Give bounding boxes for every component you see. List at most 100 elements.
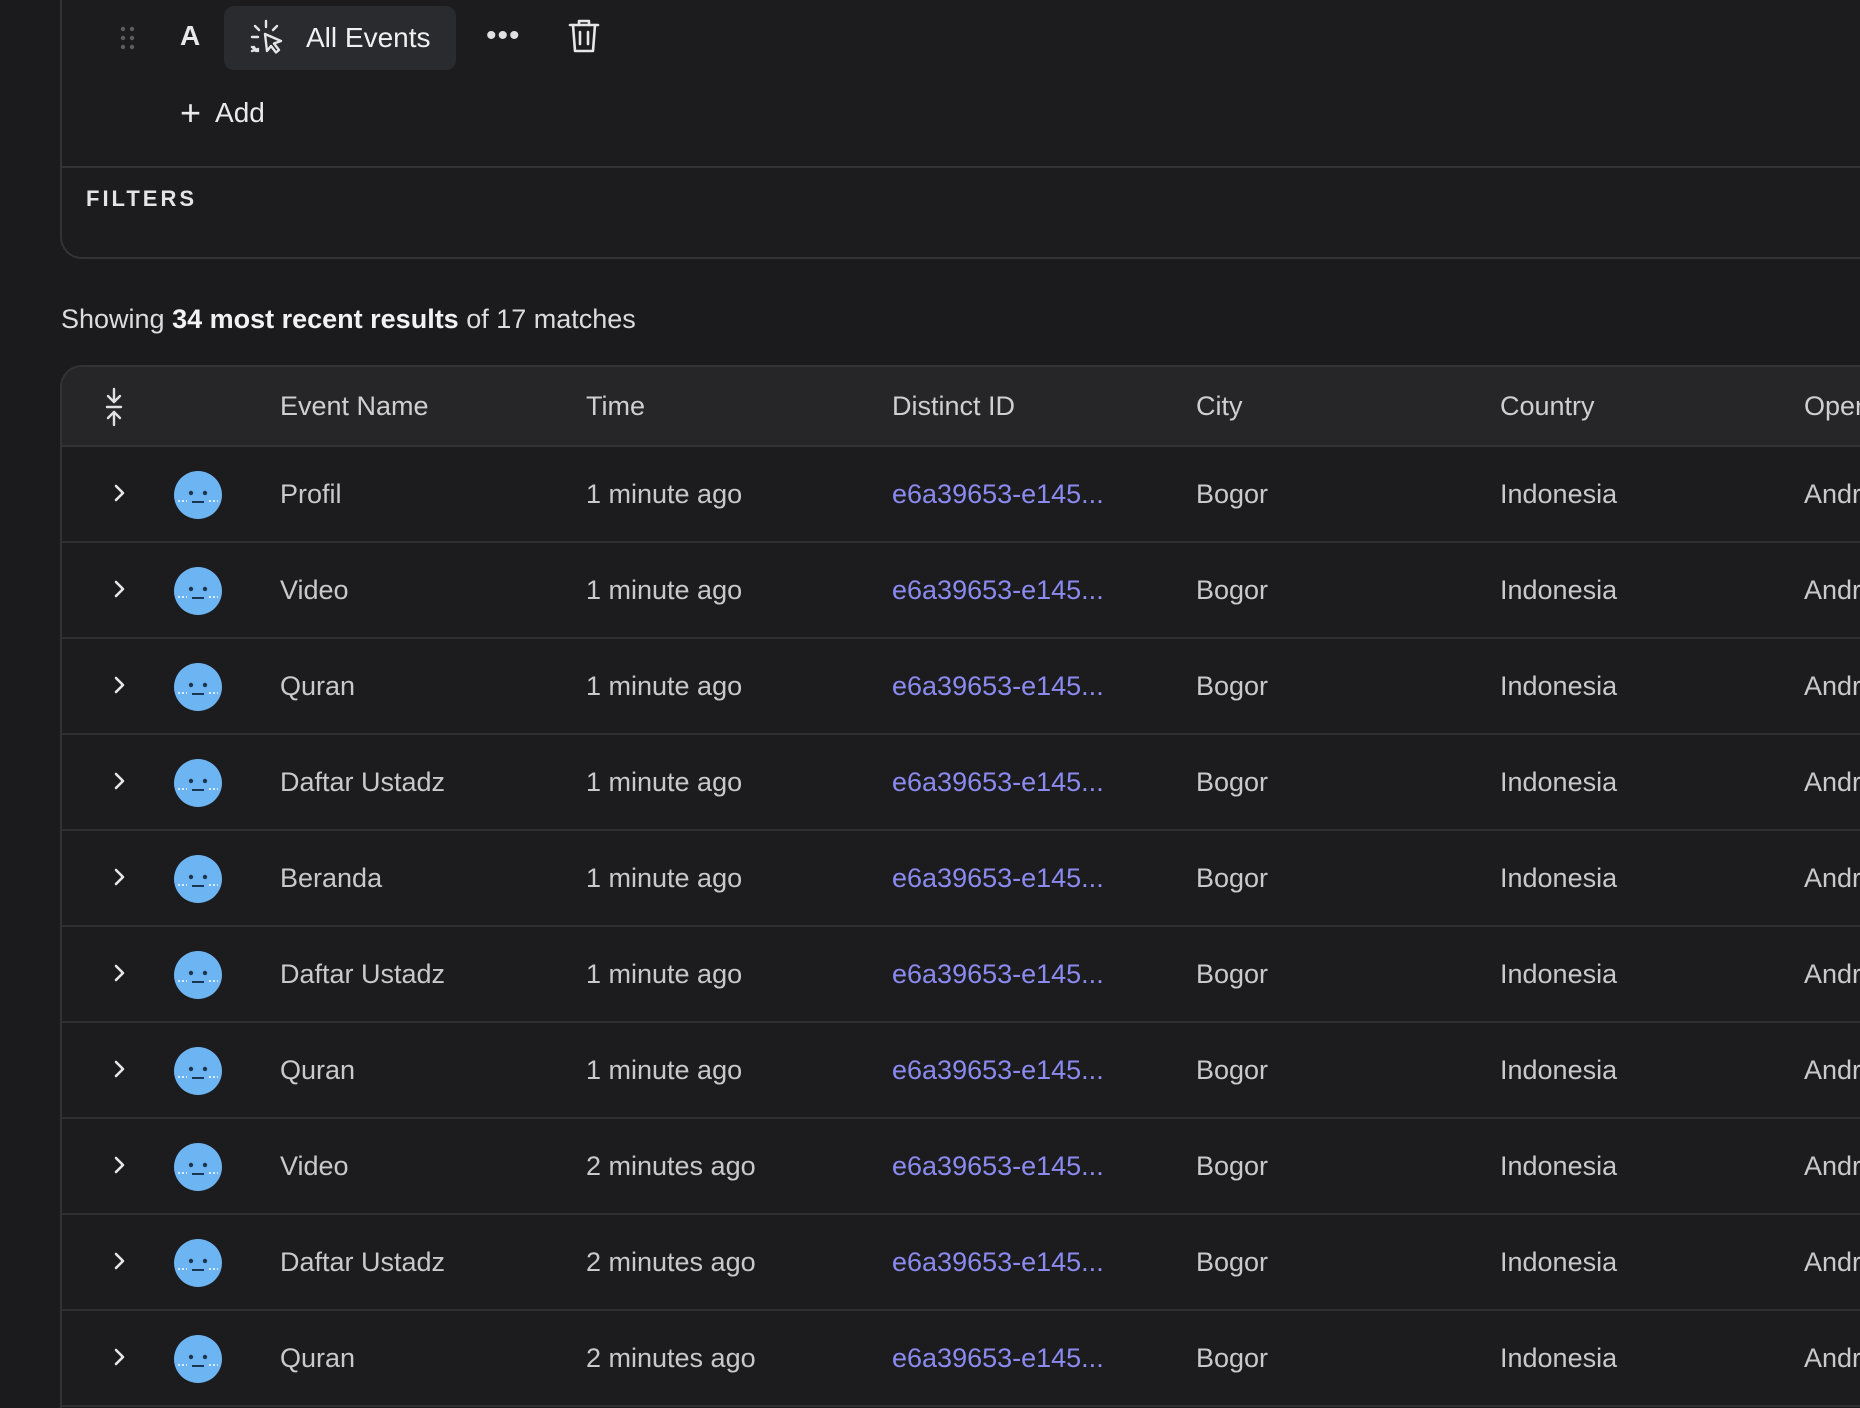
- table-body: Profil 1 minute ago e6a39653-e145... Bog…: [62, 447, 1860, 1407]
- distinct-id-link[interactable]: e6a39653-e145...: [892, 863, 1104, 894]
- chevron-right-icon[interactable]: [112, 481, 128, 505]
- os-cell: Andr: [1804, 767, 1860, 797]
- city-cell: Bogor: [1196, 575, 1269, 605]
- user-avatar: [174, 1335, 222, 1383]
- cursor-click-icon: [250, 19, 283, 54]
- chevron-right-icon[interactable]: [112, 1057, 128, 1081]
- summary-prefix: Showing: [61, 304, 173, 334]
- city-cell: Bogor: [1196, 671, 1269, 701]
- event-name-cell: Quran: [280, 1055, 356, 1085]
- delete-row-button[interactable]: [566, 16, 602, 56]
- event-name-cell: Daftar Ustadz: [280, 1247, 446, 1277]
- time-cell: 1 minute ago: [586, 479, 743, 509]
- event-name-cell: Video: [280, 575, 349, 605]
- chevron-right-icon[interactable]: [112, 1153, 128, 1177]
- distinct-id-link[interactable]: e6a39653-e145...: [892, 671, 1104, 702]
- time-cell: 2 minutes ago: [586, 1247, 756, 1277]
- country-cell: Indonesia: [1500, 1343, 1618, 1373]
- table-row[interactable]: Profil 1 minute ago e6a39653-e145... Bog…: [62, 447, 1860, 543]
- city-cell: Bogor: [1196, 767, 1269, 797]
- event-name-cell: Profil: [280, 479, 342, 509]
- time-cell: 2 minutes ago: [586, 1151, 756, 1181]
- table-row[interactable]: Beranda 1 minute ago e6a39653-e145... Bo…: [62, 831, 1860, 927]
- chevron-right-icon[interactable]: [112, 1345, 128, 1369]
- country-cell: Indonesia: [1500, 1247, 1618, 1277]
- row-letter-label: A: [180, 20, 201, 51]
- event-name-cell: Video: [280, 1151, 349, 1181]
- column-header-time[interactable]: Time: [586, 391, 645, 422]
- table-row[interactable]: Daftar Ustadz 1 minute ago e6a39653-e145…: [62, 927, 1860, 1023]
- country-cell: Indonesia: [1500, 863, 1618, 893]
- os-cell: Andr: [1804, 1247, 1860, 1277]
- chevron-right-icon[interactable]: [112, 673, 128, 697]
- table-row[interactable]: Quran 1 minute ago e6a39653-e145... Bogo…: [62, 1023, 1860, 1119]
- chevron-right-icon[interactable]: [112, 577, 128, 601]
- country-cell: Indonesia: [1500, 575, 1618, 605]
- collapse-vertical-icon[interactable]: [102, 387, 126, 427]
- city-cell: Bogor: [1196, 479, 1269, 509]
- trash-icon: [568, 19, 600, 53]
- time-cell: 1 minute ago: [586, 863, 743, 893]
- country-cell: Indonesia: [1500, 671, 1618, 701]
- distinct-id-link[interactable]: e6a39653-e145...: [892, 767, 1104, 798]
- distinct-id-link[interactable]: e6a39653-e145...: [892, 1055, 1104, 1086]
- country-cell: Indonesia: [1500, 767, 1618, 797]
- event-name-cell: Quran: [280, 1343, 356, 1373]
- city-cell: Bogor: [1196, 1343, 1269, 1373]
- event-name-cell: Daftar Ustadz: [280, 959, 446, 989]
- time-cell: 1 minute ago: [586, 959, 743, 989]
- city-cell: Bogor: [1196, 1151, 1269, 1181]
- chevron-right-icon[interactable]: [112, 865, 128, 889]
- country-cell: Indonesia: [1500, 1151, 1618, 1181]
- user-avatar: [174, 759, 222, 807]
- chevron-right-icon[interactable]: [112, 769, 128, 793]
- distinct-id-link[interactable]: e6a39653-e145...: [892, 1151, 1104, 1182]
- os-cell: Andr: [1804, 1055, 1860, 1085]
- more-options-button[interactable]: •••: [486, 18, 521, 54]
- time-cell: 1 minute ago: [586, 767, 743, 797]
- distinct-id-link[interactable]: e6a39653-e145...: [892, 1247, 1104, 1278]
- table-row[interactable]: Daftar Ustadz 2 minutes ago e6a39653-e14…: [62, 1215, 1860, 1311]
- os-cell: Andr: [1804, 671, 1860, 701]
- distinct-id-link[interactable]: e6a39653-e145...: [892, 1343, 1104, 1374]
- table-row[interactable]: Video 2 minutes ago e6a39653-e145... Bog…: [62, 1119, 1860, 1215]
- os-cell: Andr: [1804, 863, 1860, 893]
- more-horizontal-icon: •••: [486, 19, 521, 52]
- city-cell: Bogor: [1196, 1055, 1269, 1085]
- event-select-chip[interactable]: All Events: [224, 6, 456, 70]
- table-row[interactable]: Quran 2 minutes ago e6a39653-e145... Bog…: [62, 1311, 1860, 1407]
- user-avatar: [174, 663, 222, 711]
- drag-handle-icon[interactable]: [118, 24, 138, 52]
- table-row[interactable]: Video 1 minute ago e6a39653-e145... Bogo…: [62, 543, 1860, 639]
- filters-divider: [62, 166, 1860, 168]
- user-avatar: [174, 1047, 222, 1095]
- column-header-distinct-id[interactable]: Distinct ID: [892, 391, 1015, 422]
- time-cell: 2 minutes ago: [586, 1343, 756, 1373]
- event-name-cell: Daftar Ustadz: [280, 767, 446, 797]
- chevron-right-icon[interactable]: [112, 1249, 128, 1273]
- column-header-operating-system[interactable]: Oper: [1804, 391, 1860, 422]
- distinct-id-link[interactable]: e6a39653-e145...: [892, 479, 1104, 510]
- user-avatar: [174, 855, 222, 903]
- column-header-city[interactable]: City: [1196, 391, 1243, 422]
- column-header-country[interactable]: Country: [1500, 391, 1595, 422]
- column-header-event-name[interactable]: Event Name: [280, 391, 429, 422]
- chevron-right-icon[interactable]: [112, 961, 128, 985]
- filters-section-label[interactable]: FILTERS: [86, 186, 197, 212]
- country-cell: Indonesia: [1500, 959, 1618, 989]
- add-event-button[interactable]: + Add: [180, 95, 265, 131]
- add-label: Add: [215, 97, 265, 128]
- summary-suffix: of 17 matches: [458, 304, 636, 334]
- distinct-id-link[interactable]: e6a39653-e145...: [892, 959, 1104, 990]
- table-row[interactable]: Quran 1 minute ago e6a39653-e145... Bogo…: [62, 639, 1860, 735]
- summary-count: 34 most recent results: [172, 304, 459, 334]
- distinct-id-link[interactable]: e6a39653-e145...: [892, 575, 1104, 606]
- user-avatar: [174, 1143, 222, 1191]
- os-cell: Andr: [1804, 1151, 1860, 1181]
- city-cell: Bogor: [1196, 959, 1269, 989]
- time-cell: 1 minute ago: [586, 1055, 743, 1085]
- table-header: Event Name Time Distinct ID City Country…: [62, 367, 1860, 447]
- user-avatar: [174, 1239, 222, 1287]
- table-row[interactable]: Daftar Ustadz 1 minute ago e6a39653-e145…: [62, 735, 1860, 831]
- user-avatar: [174, 951, 222, 999]
